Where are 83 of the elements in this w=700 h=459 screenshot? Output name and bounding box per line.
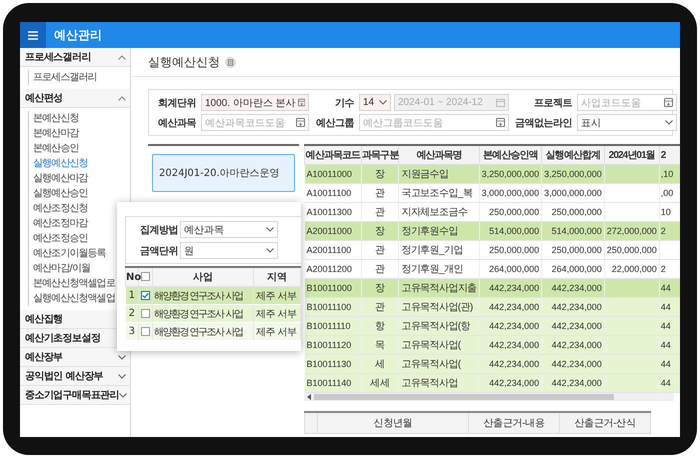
dropdown-field[interactable]: 예산과목 <box>180 221 278 238</box>
column-header[interactable]: 예산과목명 <box>398 145 480 164</box>
budget-card[interactable]: 2024J01-20.아마란스운영 <box>152 154 295 192</box>
sidebar-item[interactable]: 프로세스갤러리 <box>29 70 130 85</box>
field-label: 금액없는라인 <box>514 116 573 130</box>
field-label: 예산과목 <box>157 116 197 130</box>
sidebar-item[interactable]: 실행예산승인 <box>29 186 130 201</box>
menu-button[interactable] <box>20 22 46 48</box>
table-row[interactable]: B10011000 장 고유목적사업지출 442,234,000 442,234,000 44 <box>304 278 680 298</box>
chevron-down-icon <box>119 392 128 398</box>
calendar-icon <box>496 98 505 107</box>
column-header[interactable]: 사업 <box>152 267 254 286</box>
table-row[interactable]: A20011100 관 정기후원_기업 250,000,000 250,000,000 250,000,000 <box>304 240 680 260</box>
table-row[interactable]: B10011110 항 고유목적사업(항 442,234,000 442,234,000 44 <box>304 316 680 336</box>
column-header[interactable]: 실행예산합계 <box>542 145 604 164</box>
check-icon <box>142 292 149 299</box>
field-label: 집계방법 <box>139 224 179 236</box>
table-row[interactable]: B10011140 세세 고유목적사업 442,234,000 442,234,000 44 <box>304 374 680 392</box>
table-row[interactable]: 3 해양환경 연구조사 사업 제주 서부 <box>126 322 300 340</box>
menu-icon <box>28 30 38 40</box>
sidebar-item[interactable]: 실행예산신청 <box>29 156 130 171</box>
field-label: 기수 <box>334 96 355 110</box>
code-help-icon <box>296 118 305 127</box>
sidebar-item[interactable]: 본예산마감 <box>29 126 130 141</box>
table-row[interactable]: B10011130 세 고유목적사업( 442,234,000 442,234,000 44 <box>304 354 680 374</box>
column-header[interactable]: 지역 <box>254 267 300 286</box>
sidebar-section-header[interactable]: 중소기업구매목표관리 <box>20 386 130 405</box>
sidebar-section-header[interactable]: 프로세스갤러리 <box>20 48 130 67</box>
scroll-left-icon <box>307 394 311 400</box>
sidebar-item[interactable]: 본예산승인 <box>29 141 130 156</box>
input-field[interactable]: 1000. 아마란스 본사 <box>201 94 309 111</box>
table-cell: 3 <box>126 322 138 340</box>
horizontal-scrollbar[interactable] <box>304 393 674 401</box>
chevron-down-icon <box>118 354 126 360</box>
table-row[interactable]: B10011100 관 고유목적사업(관) 442,234,000 442,234,000 44 <box>304 298 680 316</box>
column-header[interactable]: No <box>126 267 138 286</box>
table-cell: 해양환경 연구조사 사업 <box>152 322 254 340</box>
chevron-down-icon <box>379 100 387 105</box>
table-row[interactable]: A10011300 관 지자체보조금수 250,000,000 250,000,000 10 <box>304 202 680 222</box>
column-header[interactable]: 과목구분 <box>362 145 399 164</box>
column-header[interactable]: 2024년01월 <box>604 145 660 164</box>
field-label: 금액단위 <box>139 244 179 258</box>
app-title: 예산관리 <box>54 26 102 44</box>
row-checkbox[interactable] <box>141 308 150 318</box>
table-row[interactable]: B10011120 목 고유목적사업( 442,234,000 442,234,000 44 <box>304 336 680 354</box>
field-label: 프로젝트 <box>533 96 573 110</box>
code-help-icon <box>496 118 505 127</box>
chevron-down-icon <box>118 374 126 378</box>
table-row[interactable]: A10011000 장 지원금수입 3,250,000,000 3,250,000,000 ,10 <box>304 164 680 184</box>
select-all-checkbox[interactable] <box>141 272 150 282</box>
chevron-up-icon <box>118 96 126 100</box>
column-header[interactable]: 2 <box>659 145 680 164</box>
column-header[interactable]: 산출근거-내용 <box>468 412 560 434</box>
chevron-down-icon <box>266 227 274 232</box>
sidebar-item[interactable]: 본예산신청 <box>29 111 130 126</box>
sidebar-section-header[interactable]: 공익법인 예산장부 <box>20 367 130 386</box>
column-header[interactable]: 산출근거-산식 <box>560 412 650 434</box>
chevron-up-icon <box>118 54 126 60</box>
scroll-thumb[interactable] <box>314 394 614 400</box>
document-icon <box>225 56 236 68</box>
column-header[interactable]: 신청년월 <box>318 412 468 434</box>
table-row[interactable]: 1 해양환경 연구조사 사업 제주 서부 <box>126 286 300 304</box>
sidebar-section-header[interactable]: 예산장부 <box>20 348 130 367</box>
dropdown-field[interactable]: 원 <box>180 242 278 259</box>
field-label: 회계단위 <box>157 96 197 110</box>
code-help-icon <box>664 98 673 107</box>
page-title: 실행예산신청 <box>148 54 220 70</box>
table-row[interactable]: A10011100 관 국고보조수입_복 3,000,000,000 3,000,000,000 ,00 <box>304 184 680 202</box>
dropdown-field[interactable]: 표시 <box>577 114 677 131</box>
table-row[interactable]: A20011200 관 정기후원_개인 264,000,000 264,000,000 22,000,000 2 <box>304 260 680 278</box>
table-cell: 제주 서부 <box>254 322 300 340</box>
row-checkbox[interactable] <box>141 290 150 300</box>
code-help-icon <box>298 98 305 107</box>
table-row[interactable]: A20011000 장 정기후원수입 514,000,000 514,000,000 272,000,000 2 <box>304 222 680 240</box>
field-label: 예산그룹 <box>315 116 355 130</box>
column-header[interactable]: 예산과목코드 <box>304 145 362 164</box>
chevron-down-icon <box>266 248 274 253</box>
column-header[interactable]: 본예산승인액 <box>479 145 542 164</box>
chevron-down-icon <box>665 120 673 125</box>
sidebar-item[interactable]: 실행예산마감 <box>29 171 130 186</box>
sidebar-section-header[interactable]: 예산편성 <box>20 89 130 108</box>
row-checkbox[interactable] <box>141 326 150 336</box>
table-row[interactable]: 2 해양환경 연구조사 사업 제주 서부 <box>126 304 300 322</box>
